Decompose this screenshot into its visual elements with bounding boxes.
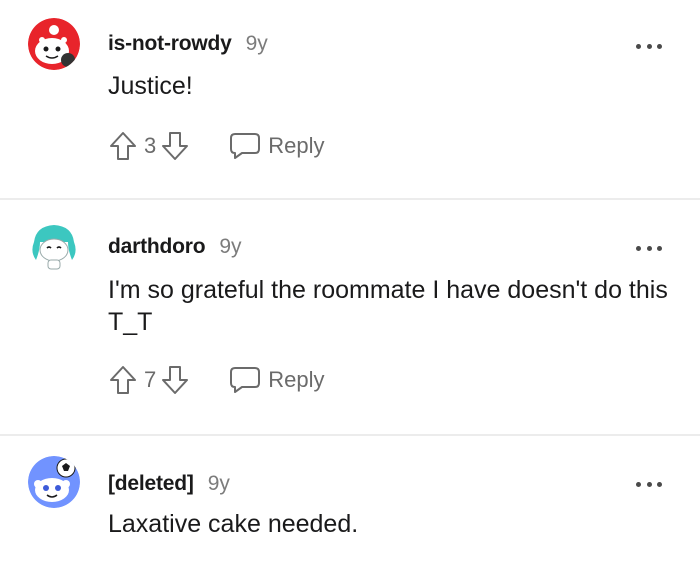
comment-divider	[0, 198, 700, 200]
comment-body: Justice!	[108, 72, 193, 100]
reply-label: Reply	[268, 367, 325, 392]
vote-count: 7	[144, 367, 157, 392]
upvote-button[interactable]	[108, 364, 138, 396]
more-options-button[interactable]	[636, 40, 662, 52]
comment-thread: is-not-rowdy 9y Justice! 3 Reply darthdo…	[0, 0, 700, 563]
comment-age: 9y	[245, 32, 268, 55]
downvote-arrow-icon	[162, 366, 189, 394]
comment-meta: is-not-rowdy 9y	[108, 32, 268, 56]
upvote-arrow-icon	[110, 132, 136, 160]
comment-body: I'm so grateful the roommate I have does…	[108, 276, 668, 336]
snoo-teal-hair-avatar-icon	[28, 220, 80, 272]
downvote-arrow-icon	[162, 132, 189, 160]
upvote-button[interactable]	[108, 130, 138, 162]
author-name[interactable]: is-not-rowdy	[108, 32, 232, 56]
avatar[interactable]	[28, 220, 80, 272]
comment-age: 9y	[219, 235, 242, 258]
comment-meta: darthdoro 9y	[108, 235, 242, 259]
reply-label: Reply	[268, 133, 325, 158]
reply-button[interactable]: Reply	[228, 365, 325, 395]
downvote-button[interactable]	[160, 130, 190, 162]
speech-bubble-icon	[230, 133, 261, 159]
speech-bubble-icon	[230, 367, 261, 393]
author-name[interactable]: [deleted]	[108, 472, 194, 496]
comment-actions: 3 Reply	[108, 128, 325, 164]
avatar[interactable]	[28, 456, 80, 508]
vote-count: 3	[144, 133, 157, 158]
author-name[interactable]: darthdoro	[108, 235, 206, 259]
reply-button[interactable]: Reply	[228, 131, 325, 161]
avatar[interactable]	[28, 18, 80, 70]
comment-divider	[0, 434, 700, 436]
more-options-button[interactable]	[636, 242, 662, 254]
comment-body: Laxative cake needed.	[108, 510, 359, 538]
upvote-arrow-icon	[110, 366, 136, 394]
comment-actions: 7 Reply	[108, 362, 325, 398]
comment-meta: [deleted] 9y	[108, 472, 230, 496]
more-options-button[interactable]	[636, 478, 662, 490]
downvote-button[interactable]	[160, 364, 190, 396]
snoo-red-avatar-icon	[28, 18, 80, 70]
comment-age: 9y	[207, 472, 230, 495]
snoo-blue-avatar-icon	[28, 456, 80, 508]
